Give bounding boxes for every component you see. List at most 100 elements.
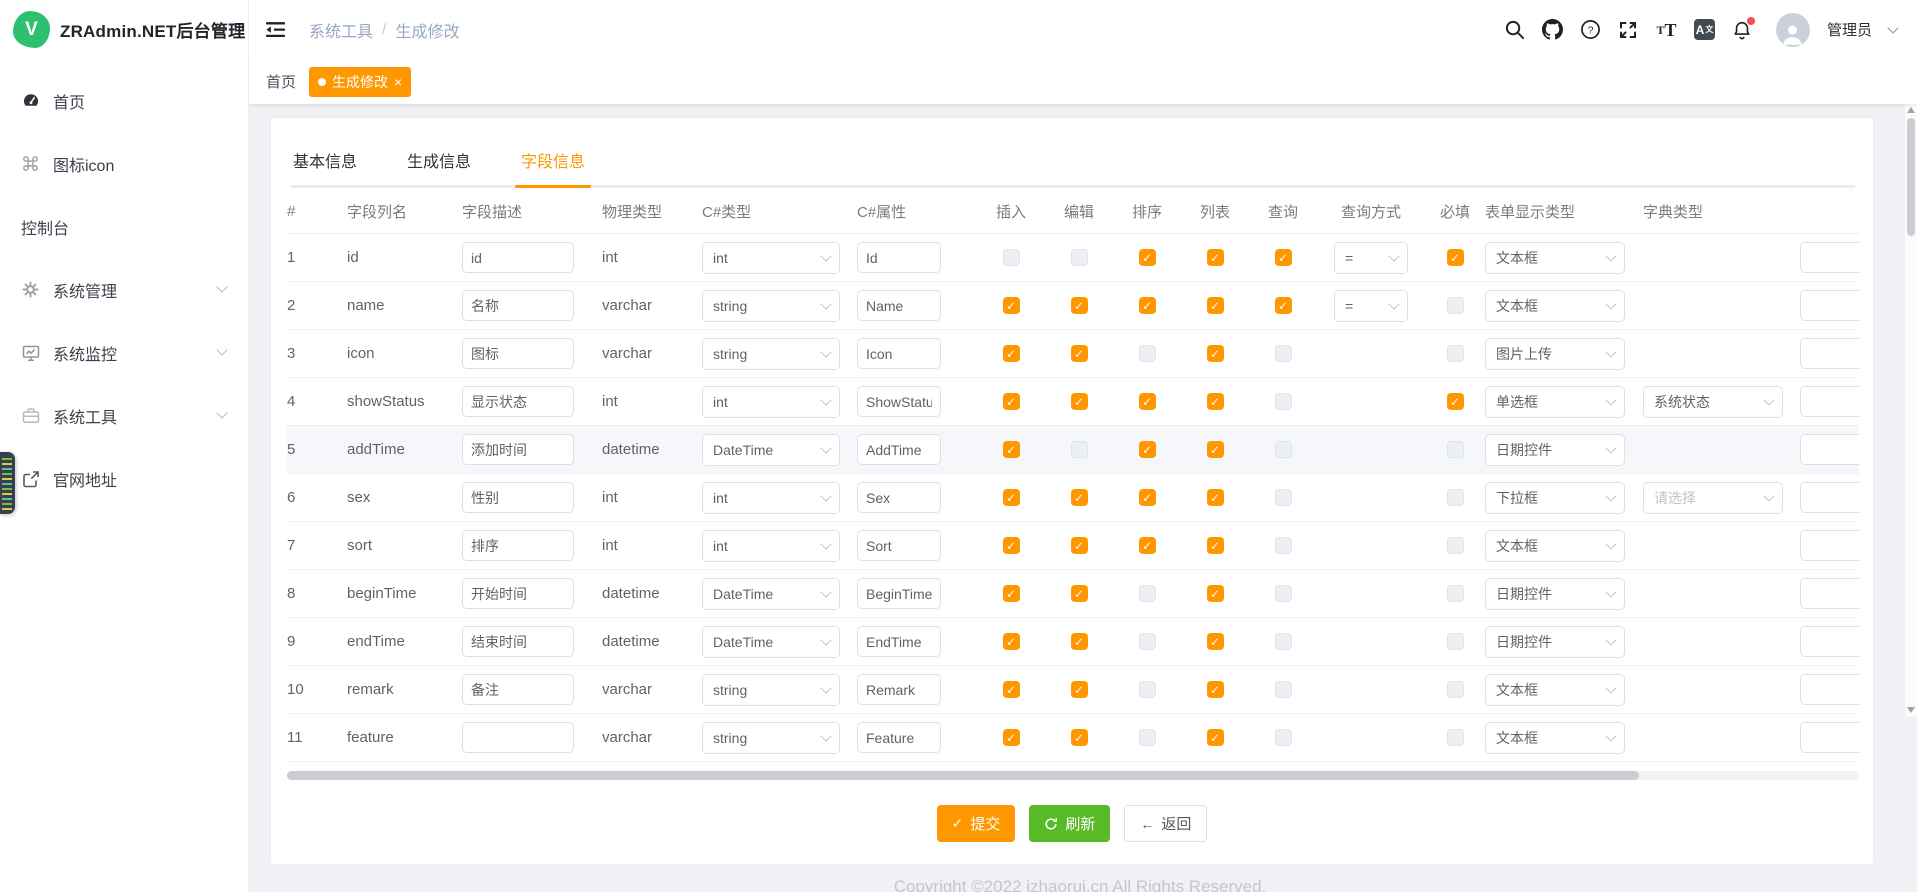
cs-property-input[interactable]: [857, 242, 941, 273]
edit-checkbox[interactable]: ✓: [1071, 681, 1088, 698]
list-checkbox[interactable]: ✓: [1207, 297, 1224, 314]
display-type-select[interactable]: 日期控件: [1485, 578, 1625, 610]
tab-field-info[interactable]: 字段信息: [519, 142, 587, 185]
tab-basic-info[interactable]: 基本信息: [291, 142, 359, 185]
sort-checkbox[interactable]: [1139, 633, 1156, 650]
query-checkbox[interactable]: [1275, 585, 1292, 602]
sidebar-item-system-tools[interactable]: 系统工具: [0, 384, 248, 447]
extra-input[interactable]: [1800, 242, 1859, 273]
required-checkbox[interactable]: [1447, 585, 1464, 602]
app-logo[interactable]: V ZRAdmin.NET后台管理: [0, 0, 248, 59]
close-icon[interactable]: ×: [394, 75, 402, 89]
submit-button[interactable]: ✓ 提交: [937, 805, 1016, 842]
cs-type-select[interactable]: string: [702, 722, 840, 754]
insert-checkbox[interactable]: ✓: [1003, 441, 1020, 458]
extra-input[interactable]: [1800, 626, 1859, 657]
edit-checkbox[interactable]: [1071, 441, 1088, 458]
sort-checkbox[interactable]: ✓: [1139, 441, 1156, 458]
display-type-select[interactable]: 文本框: [1485, 530, 1625, 562]
sort-checkbox[interactable]: [1139, 345, 1156, 362]
extra-input[interactable]: [1800, 290, 1859, 321]
sort-checkbox[interactable]: [1139, 585, 1156, 602]
sort-checkbox[interactable]: ✓: [1139, 489, 1156, 506]
sidebar-item-home[interactable]: 首页: [0, 69, 248, 132]
display-type-select[interactable]: 单选框: [1485, 386, 1625, 418]
tab-gen-info[interactable]: 生成信息: [405, 142, 473, 185]
list-checkbox[interactable]: ✓: [1207, 681, 1224, 698]
insert-checkbox[interactable]: ✓: [1003, 345, 1020, 362]
extra-input[interactable]: [1800, 434, 1859, 465]
cs-property-input[interactable]: [857, 674, 941, 705]
required-checkbox[interactable]: [1447, 729, 1464, 746]
required-checkbox[interactable]: [1447, 345, 1464, 362]
extra-input[interactable]: [1800, 386, 1859, 417]
help-icon[interactable]: ?: [1580, 18, 1601, 42]
back-button[interactable]: ← 返回: [1124, 805, 1207, 842]
insert-checkbox[interactable]: ✓: [1003, 297, 1020, 314]
cs-type-select[interactable]: int: [702, 242, 840, 274]
dict-type-select[interactable]: 请选择: [1643, 482, 1783, 514]
display-type-select[interactable]: 文本框: [1485, 242, 1625, 274]
list-checkbox[interactable]: ✓: [1207, 729, 1224, 746]
extra-input[interactable]: [1800, 674, 1859, 705]
sidebar-item-console[interactable]: 控制台: [0, 195, 248, 258]
description-input[interactable]: [462, 530, 574, 561]
cs-type-select[interactable]: DateTime: [702, 578, 840, 610]
bell-icon[interactable]: [1732, 18, 1753, 42]
scroll-down-icon[interactable]: [1907, 707, 1915, 713]
extra-input[interactable]: [1800, 530, 1859, 561]
insert-checkbox[interactable]: ✓: [1003, 489, 1020, 506]
search-icon[interactable]: [1504, 18, 1525, 42]
user-chevron-down-icon[interactable]: [1887, 22, 1898, 33]
dict-type-select[interactable]: 系统状态: [1643, 386, 1783, 418]
fullscreen-icon[interactable]: [1618, 18, 1639, 42]
description-input[interactable]: [462, 338, 574, 369]
required-checkbox[interactable]: ✓: [1447, 393, 1464, 410]
scroll-up-icon[interactable]: [1907, 107, 1915, 113]
sort-checkbox[interactable]: ✓: [1139, 249, 1156, 266]
cs-property-input[interactable]: [857, 338, 941, 369]
sidebar-item-system-admin[interactable]: 系统管理: [0, 258, 248, 321]
translate-icon[interactable]: A文: [1694, 18, 1715, 42]
description-input[interactable]: [462, 722, 574, 753]
horizontal-scrollbar[interactable]: [287, 771, 1859, 780]
edit-checkbox[interactable]: ✓: [1071, 489, 1088, 506]
description-input[interactable]: [462, 674, 574, 705]
query-checkbox[interactable]: [1275, 441, 1292, 458]
horizontal-scrollbar-thumb[interactable]: [287, 771, 1639, 780]
query-checkbox[interactable]: [1275, 489, 1292, 506]
cs-property-input[interactable]: [857, 290, 941, 321]
insert-checkbox[interactable]: [1003, 249, 1020, 266]
display-type-select[interactable]: 文本框: [1485, 290, 1625, 322]
required-checkbox[interactable]: [1447, 681, 1464, 698]
sort-checkbox[interactable]: [1139, 681, 1156, 698]
font-size-icon[interactable]: TT: [1656, 18, 1677, 42]
required-checkbox[interactable]: [1447, 297, 1464, 314]
list-checkbox[interactable]: ✓: [1207, 489, 1224, 506]
tag-home[interactable]: 首页: [266, 71, 296, 92]
insert-checkbox[interactable]: ✓: [1003, 681, 1020, 698]
list-checkbox[interactable]: ✓: [1207, 441, 1224, 458]
insert-checkbox[interactable]: ✓: [1003, 633, 1020, 650]
required-checkbox[interactable]: ✓: [1447, 249, 1464, 266]
description-input[interactable]: [462, 434, 574, 465]
insert-checkbox[interactable]: ✓: [1003, 537, 1020, 554]
sidebar-item-icons[interactable]: 图标icon: [0, 132, 248, 195]
query-type-select[interactable]: =: [1334, 290, 1408, 322]
cs-property-input[interactable]: [857, 434, 941, 465]
edit-checkbox[interactable]: ✓: [1071, 585, 1088, 602]
cs-type-select[interactable]: string: [702, 674, 840, 706]
extra-input[interactable]: [1800, 338, 1859, 369]
display-type-select[interactable]: 下拉框: [1485, 482, 1625, 514]
description-input[interactable]: [462, 290, 574, 321]
description-input[interactable]: [462, 482, 574, 513]
extra-input[interactable]: [1800, 482, 1859, 513]
sort-checkbox[interactable]: ✓: [1139, 537, 1156, 554]
list-checkbox[interactable]: ✓: [1207, 537, 1224, 554]
vertical-scrollbar-thumb[interactable]: [1907, 118, 1915, 236]
edit-checkbox[interactable]: ✓: [1071, 393, 1088, 410]
list-checkbox[interactable]: ✓: [1207, 585, 1224, 602]
description-input[interactable]: [462, 242, 574, 273]
list-checkbox[interactable]: ✓: [1207, 345, 1224, 362]
cs-property-input[interactable]: [857, 626, 941, 657]
